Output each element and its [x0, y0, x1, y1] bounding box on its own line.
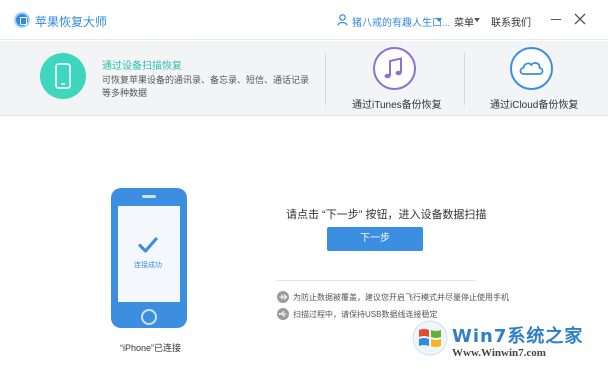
- app-logo-icon: [14, 12, 30, 28]
- watermark-url: Www.Winwin7.com: [452, 347, 546, 359]
- next-step-button[interactable]: 下一步: [327, 227, 423, 251]
- caret-down-icon[interactable]: [474, 18, 480, 22]
- icloud-backup-mode-label[interactable]: 通过iCloud备份恢复: [490, 96, 578, 111]
- phone-illustration: [111, 188, 187, 328]
- phone-screen: [118, 206, 180, 302]
- phone-home-button: [141, 309, 157, 325]
- scan-instruction: 请点击 “下一步” 按钮，进入设备数据扫描: [286, 209, 487, 221]
- icloud-backup-mode-button[interactable]: [510, 47, 553, 90]
- itunes-backup-mode-label[interactable]: 通过iTunes备份恢复: [352, 96, 442, 111]
- phone-icon: [55, 63, 71, 89]
- watermark-name: Win7系统之家: [452, 326, 584, 347]
- tip-airplane-mode: 为防止数据被覆盖，建议您开启飞行模式并尽量停止使用手机: [293, 293, 509, 302]
- menu-button[interactable]: 菜单: [454, 14, 474, 29]
- device-scan-mode-description: 可恢复苹果设备的通讯录、备忘录、短信、通话记录等多种数据: [102, 75, 310, 98]
- device-scan-mode-title[interactable]: 通过设备扫描恢复: [102, 57, 182, 72]
- windows-logo-icon: [412, 320, 448, 356]
- phone-speaker: [142, 195, 156, 198]
- minimize-icon[interactable]: [551, 19, 561, 20]
- watermark: Win7系统之家 Www.Winwin7.com: [406, 312, 608, 369]
- checkmark-icon: [138, 237, 158, 253]
- usb-icon: [277, 308, 289, 320]
- app-title: 苹果恢复大师: [35, 15, 108, 29]
- divider: [325, 53, 326, 105]
- recovery-mode-bar: 通过设备扫描恢复 可恢复苹果设备的通讯录、备忘录、短信、通话记录等多种数据 通过…: [0, 41, 608, 116]
- cloud-icon: [519, 62, 544, 75]
- music-note-icon: [384, 57, 402, 79]
- connection-status: 连接成功: [134, 262, 162, 269]
- divider: [464, 53, 465, 105]
- device-connected-caption: “iPhone”已连接: [120, 343, 182, 353]
- contact-us-link[interactable]: 联系我们: [491, 14, 531, 29]
- itunes-backup-mode-button[interactable]: [373, 47, 416, 90]
- device-scan-mode-button[interactable]: [40, 53, 86, 99]
- title-bar: 苹果恢复大师 猪八戒的有趣人生口... 菜单 联系我们: [0, 0, 608, 40]
- divider: [276, 280, 476, 281]
- airplane-icon: [277, 291, 289, 303]
- user-icon[interactable]: [337, 14, 348, 26]
- caret-down-icon[interactable]: [436, 18, 442, 22]
- close-icon[interactable]: [574, 13, 586, 25]
